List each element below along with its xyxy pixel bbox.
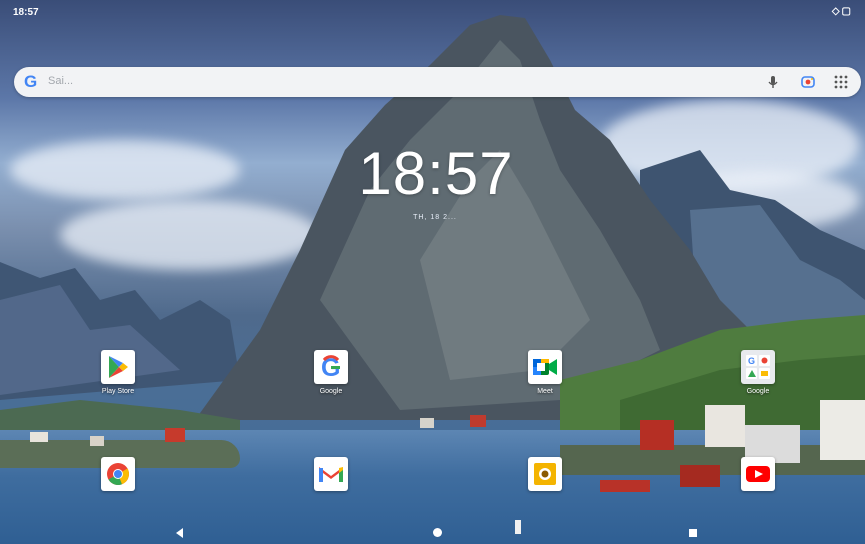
status-time: 18:57 [13,7,39,18]
app-google[interactable]: G Google [301,350,361,395]
svg-text:G: G [24,72,37,90]
recents-icon[interactable] [689,529,697,537]
navigation-bar [0,522,865,544]
play-store-icon [101,350,135,384]
chrome-icon [101,457,135,491]
app-camera[interactable] [515,457,575,491]
app-label: Google [746,388,770,395]
search-placeholder[interactable]: Sai... [48,75,73,87]
google-icon: G [314,350,348,384]
clock-widget-time[interactable]: 18:57 [346,139,526,208]
app-label: Play Store [101,388,135,395]
app-chrome[interactable] [88,457,148,491]
meet-icon [528,350,562,384]
apps-grid-icon[interactable] [833,74,849,90]
google-logo-icon: G [24,72,40,95]
app-label: Meet [537,388,553,395]
google-folder-icon: G [741,350,775,384]
gmail-icon [314,457,348,491]
clock-widget-date[interactable]: TH, 18 2... [400,214,470,221]
home-screen: 18:57 ◇▢ G Sai... 18:57 TH, 18 2... Play… [0,0,865,544]
status-bar: 18:57 ◇▢ [0,0,865,20]
svg-text:G: G [748,356,755,366]
app-gmail[interactable] [301,457,361,491]
camera-icon [528,457,562,491]
app-play-store[interactable]: Play Store [88,350,148,395]
app-meet[interactable]: Meet [515,350,575,395]
google-search-bar[interactable]: G Sai... [14,67,861,97]
mic-icon[interactable] [764,73,782,91]
youtube-icon [741,457,775,491]
lens-icon[interactable] [799,73,817,91]
status-icons: ◇▢ [831,6,853,17]
app-label: Google [319,388,343,395]
back-icon[interactable] [176,528,183,538]
app-youtube[interactable] [728,457,788,491]
home-icon[interactable] [433,528,442,537]
app-folder-google[interactable]: G Google [728,350,788,395]
